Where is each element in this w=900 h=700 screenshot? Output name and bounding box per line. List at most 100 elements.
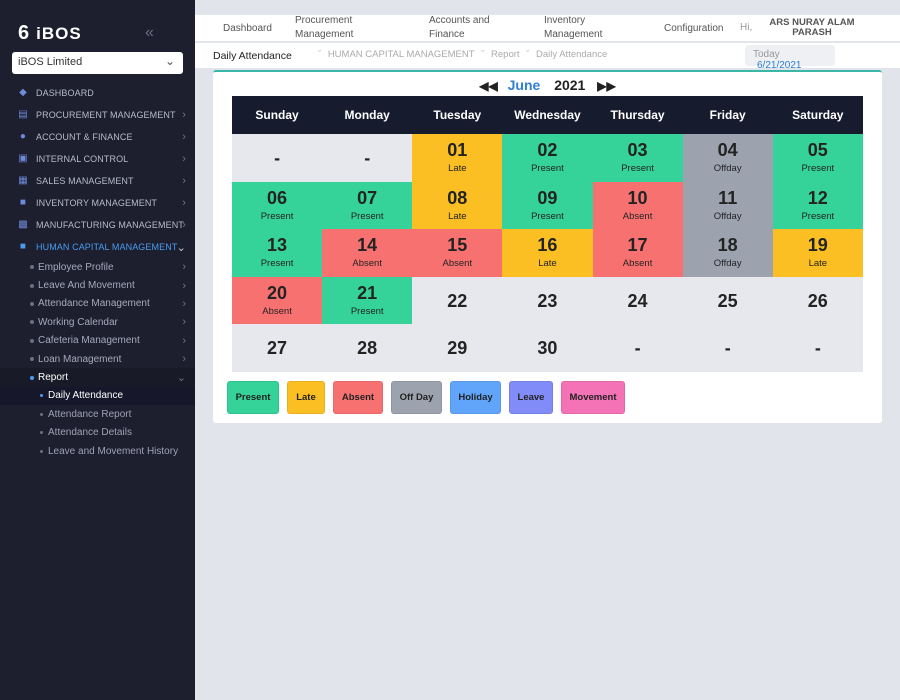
company-select-value: iBOS Limited — [18, 56, 83, 68]
calendar-day-cell[interactable]: 16 Late — [502, 229, 593, 277]
calendar-day-cell[interactable]: 05 Present — [772, 134, 863, 182]
sidebar-sub-label: Leave And Movement — [38, 280, 135, 292]
calendar-day-cell[interactable]: 13 Present — [232, 229, 323, 277]
day-status: Present — [350, 306, 384, 318]
calendar-day-cell[interactable]: - — [232, 134, 323, 182]
calendar-day-cell[interactable]: 03 Present — [592, 134, 683, 182]
nav-inventory[interactable]: Inventory Management — [544, 14, 602, 42]
day-status: Absent — [442, 258, 473, 270]
chevron-right-icon: › — [182, 197, 186, 209]
sidebar-report-attendance-details[interactable]: Attendance Details — [0, 424, 195, 442]
sidebar: 6 iBOS « iBOS Limited ⌄ ◆ DASHBOARD ▤ PR… — [0, 0, 195, 700]
calendar-day-cell[interactable]: 09 Present — [502, 181, 593, 230]
calendar-day-cell[interactable]: 24 — [592, 276, 683, 325]
sidebar-report-leave-movement-history[interactable]: Leave and Movement History — [0, 442, 195, 460]
calendar-day-cell[interactable]: 26 — [772, 276, 863, 325]
calendar-day-cell[interactable]: 14 Absent — [322, 229, 413, 277]
nav-accounts-finance[interactable]: Accounts and Finance — [429, 14, 490, 42]
sidebar-sub-cafeteria[interactable]: Cafeteria Management › — [0, 332, 195, 350]
chevron-right-icon: › — [182, 109, 186, 121]
calendar-day-cell[interactable]: - — [772, 324, 863, 372]
user-name-line: PARASH — [792, 27, 832, 38]
calendar-day-cell[interactable]: 18 Offday — [682, 229, 773, 277]
next-month-icon[interactable]: ▶▶ — [597, 79, 615, 93]
bullet-icon — [40, 412, 43, 416]
calendar-day-cell[interactable]: 23 — [502, 276, 593, 325]
calendar-day-cell[interactable]: - — [322, 134, 413, 182]
calendar-day-cell[interactable]: 04 Offday — [682, 134, 773, 182]
calendar-day-cell[interactable]: 15 Absent — [412, 229, 503, 277]
calendar-day-cell[interactable]: 08 Late — [412, 181, 503, 230]
basket-icon: ▤ — [18, 109, 28, 120]
calendar-day-cell[interactable]: - — [682, 324, 773, 372]
calendar-day-cell[interactable]: - — [592, 324, 683, 372]
calendar-day-cell[interactable]: 25 — [682, 276, 773, 325]
user-name[interactable]: ARS NURAY ALAM PARASH — [765, 18, 859, 38]
today-indicator: Today 6/21/2021 — [745, 45, 835, 71]
calendar-day-cell[interactable]: 22 — [412, 276, 503, 325]
nav-dashboard[interactable]: Dashboard — [223, 22, 272, 36]
calendar-day-cell[interactable]: 30 — [502, 324, 593, 372]
sidebar-item-manufacturing[interactable]: ▩ MANUFACTURING MANAGEMENT › — [0, 214, 195, 236]
sidebar-sub-employee-profile[interactable]: Employee Profile › — [0, 258, 195, 276]
weekday-header-cell: Tuesday — [433, 108, 482, 122]
collapse-sidebar-icon[interactable]: « — [145, 24, 154, 42]
bullet-icon — [30, 375, 34, 380]
sidebar-sub-loan[interactable]: Loan Management › — [0, 350, 195, 368]
calendar-day-cell[interactable]: 11 Offday — [682, 181, 773, 230]
brand-logo[interactable]: 6 iBOS — [18, 22, 82, 45]
calendar-day-cell[interactable]: 10 Absent — [592, 181, 683, 230]
greeting: Hi, — [740, 22, 753, 33]
day-status: Present — [801, 163, 835, 175]
sidebar-item-account-finance[interactable]: ● ACCOUNT & FINANCE › — [0, 126, 195, 148]
nav-configuration[interactable]: Configuration — [664, 22, 723, 36]
sidebar-item-sales[interactable]: ▦ SALES MANAGEMENT › — [0, 170, 195, 192]
calendar-day-cell[interactable]: 12 Present — [772, 181, 863, 230]
sidebar-report-daily-attendance[interactable]: Daily Attendance — [0, 386, 195, 406]
company-select[interactable]: iBOS Limited ⌄ — [12, 52, 183, 74]
day-status: Absent — [622, 210, 653, 222]
nav-procurement[interactable]: Procurement Management — [295, 14, 353, 42]
sidebar-sub-report[interactable]: Report ⌄ — [0, 368, 195, 387]
legend-late: Late — [287, 381, 325, 414]
day-number: 23 — [537, 290, 558, 311]
calendar-day-cell[interactable]: 07 Present — [322, 181, 413, 230]
sidebar-item-internal-control[interactable]: ▣ INTERNAL CONTROL › — [0, 148, 195, 170]
day-status: Present — [260, 258, 294, 270]
day-number: 13 — [267, 235, 288, 256]
sidebar-item-label: SALES MANAGEMENT — [36, 176, 134, 186]
chevron-right-icon: › — [182, 334, 186, 347]
day-status: Late — [538, 258, 557, 270]
sidebar-sub-working-calendar[interactable]: Working Calendar › — [0, 313, 195, 331]
day-cells: - - 01 Late 02 Present 03 Present 04 Offday 05 Pres… — [232, 134, 863, 372]
day-status: Offday — [713, 210, 742, 222]
chevron-right-icon: › — [182, 153, 186, 165]
sidebar-sub-attendance-management[interactable]: Attendance Management › — [0, 295, 195, 313]
breadcrumb-item[interactable]: Report — [491, 49, 520, 60]
calendar-day-cell[interactable]: 06 Present — [232, 181, 323, 230]
sidebar-item-inventory[interactable]: ■ INVENTORY MANAGEMENT › — [0, 192, 195, 214]
calendar-day-cell[interactable]: 01 Late — [412, 134, 503, 182]
sidebar-sub-leave-movement[interactable]: Leave And Movement › — [0, 276, 195, 294]
sidebar-item-procurement[interactable]: ▤ PROCUREMENT MANAGEMENT › — [0, 104, 195, 126]
calendar-day-cell[interactable]: 27 — [232, 324, 323, 372]
day-status: Absent — [262, 306, 292, 318]
calendar-day-cell[interactable]: 19 Late — [772, 229, 863, 277]
calendar-day-cell[interactable]: 29 — [412, 324, 503, 372]
calendar-day-cell[interactable]: 21 Present — [322, 276, 413, 325]
sidebar-report-attendance-report[interactable]: Attendance Report — [0, 405, 195, 423]
calendar-day-cell[interactable]: 02 Present — [502, 134, 593, 182]
prev-month-icon[interactable]: ◀◀ — [479, 79, 497, 93]
day-number: 18 — [717, 235, 738, 256]
day-status: Offday — [713, 163, 742, 175]
sidebar-item-human-capital[interactable]: ■ HUMAN CAPITAL MANAGEMENT ⌄ — [0, 236, 195, 258]
weekday-header-cell: Wednesday — [514, 108, 581, 122]
sidebar-item-dashboard[interactable]: ◆ DASHBOARD — [0, 82, 195, 104]
bullet-icon — [30, 357, 34, 362]
calendar-day-cell[interactable]: 28 — [322, 324, 413, 372]
calendar-day-cell[interactable]: 20 Absent — [232, 276, 323, 325]
chevron-right-icon: › — [182, 297, 186, 310]
legend-present: Present — [227, 381, 279, 414]
breadcrumb-item[interactable]: HUMAN CAPITAL MANAGEMENT — [328, 49, 475, 60]
calendar-day-cell[interactable]: 17 Absent — [592, 229, 683, 277]
